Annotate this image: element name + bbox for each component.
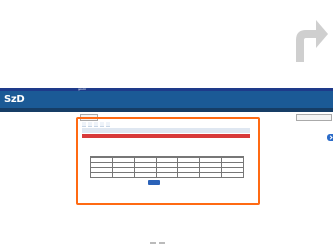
redo-arrow-icon	[296, 20, 328, 62]
info-bar	[82, 128, 250, 133]
tab-2[interactable]	[88, 122, 92, 127]
breadcrumb-bar	[0, 108, 333, 112]
footer	[150, 242, 165, 244]
footer-link[interactable]	[159, 242, 165, 244]
footer-link[interactable]	[150, 242, 156, 244]
brand-header: SzD	[0, 91, 333, 108]
table-cell	[221, 172, 244, 178]
tab-3[interactable]	[94, 122, 98, 127]
submit-button[interactable]	[148, 180, 160, 185]
table-cell	[111, 172, 135, 178]
table-row	[90, 172, 244, 178]
table-cell	[133, 172, 157, 178]
tab-5[interactable]	[106, 122, 110, 127]
form-tabs	[82, 122, 250, 127]
chevron-right-icon[interactable]	[327, 134, 333, 141]
table-cell	[199, 172, 223, 178]
table-cell	[155, 172, 179, 178]
app-logo[interactable]: SzD	[4, 94, 25, 105]
tab-1[interactable]	[82, 122, 86, 127]
tab-4[interactable]	[100, 122, 104, 127]
section-header	[82, 134, 250, 138]
toolbar-select[interactable]	[296, 114, 332, 121]
data-table	[90, 156, 244, 178]
table-cell	[177, 172, 201, 178]
table-cell	[90, 172, 113, 178]
